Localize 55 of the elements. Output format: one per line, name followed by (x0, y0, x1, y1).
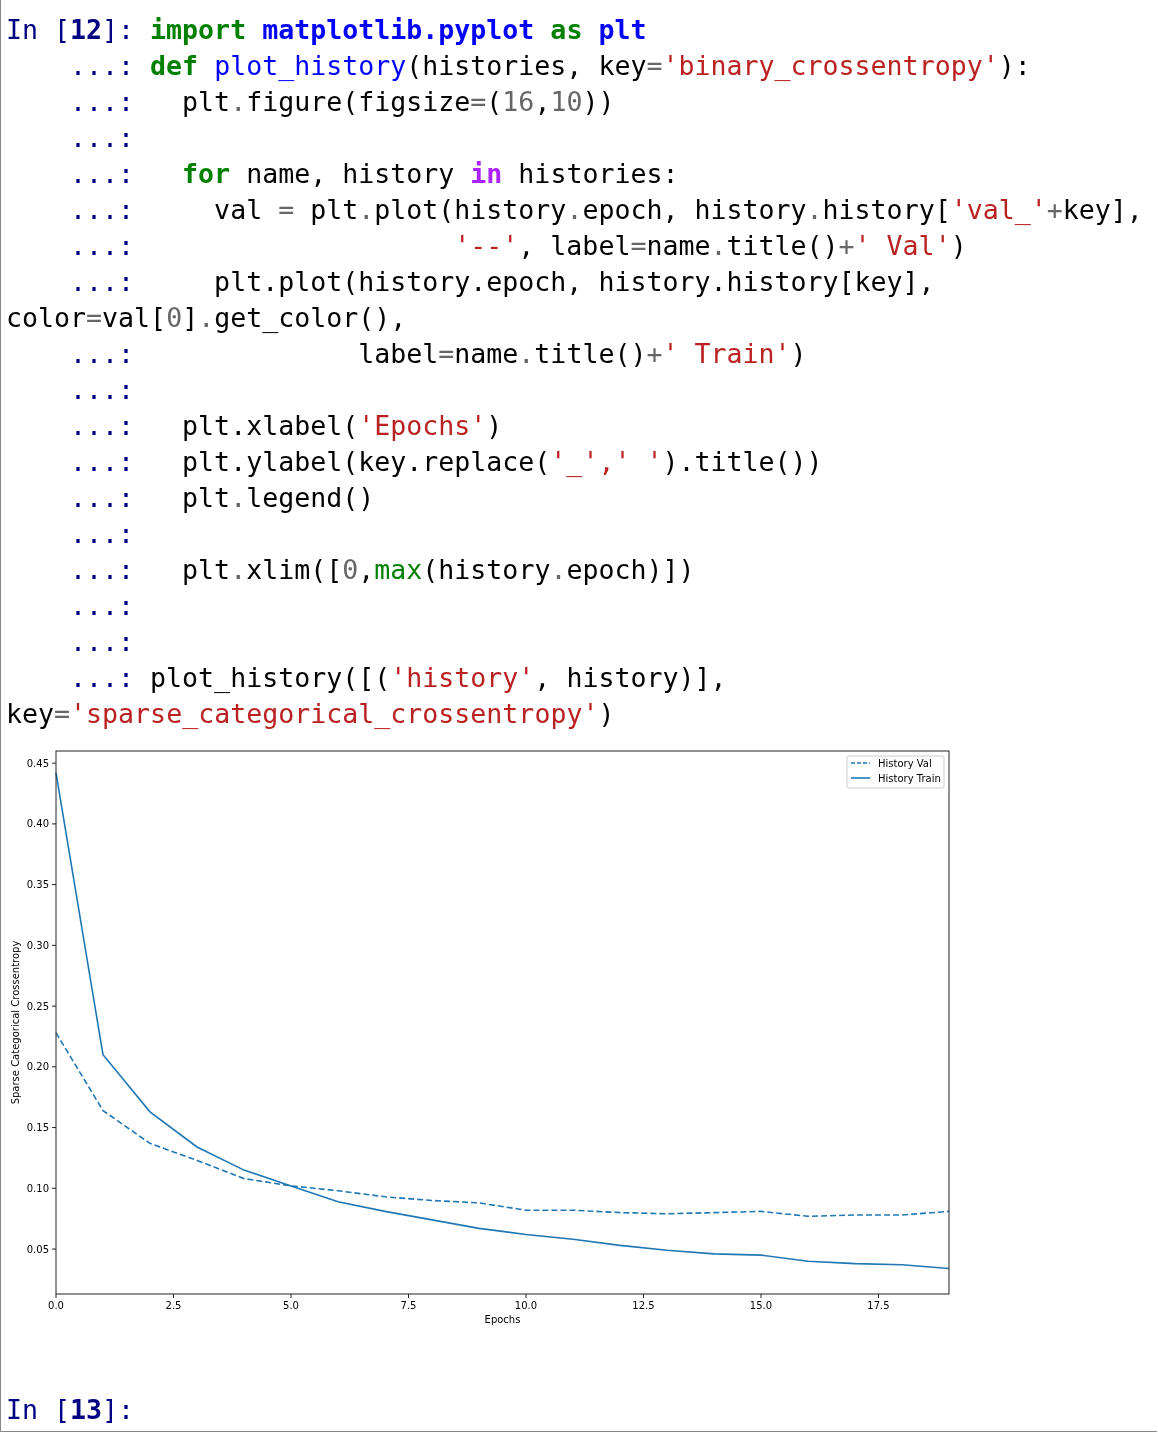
y-tick-label: 0.15 (26, 1122, 49, 1134)
code-line: key='sparse_categorical_crossentropy') (6, 698, 615, 729)
cell-prompt: ...: (69, 553, 135, 587)
y-tick-label: 0.10 (26, 1182, 49, 1194)
cell-prompt: ...: (69, 481, 135, 515)
cell-prompt: In [13]: (6, 1393, 135, 1427)
code-line: plt.xlim([0,max(history.epoch)]) (181, 554, 695, 585)
cell-prompt: ...: (69, 625, 135, 659)
code-line: '--', label=name.title()+' Val') (453, 230, 967, 261)
y-tick-label: 0.40 (26, 818, 49, 830)
x-tick-label: 10.0 (514, 1300, 538, 1311)
code-line: color=val[0].get_color(), (6, 302, 407, 333)
cell-prompt: ...: (69, 157, 135, 191)
y-tick-label: 0.30 (26, 939, 49, 951)
code-line: plt.ylabel(key.replace('_',' ').title()) (181, 446, 823, 477)
x-tick-label: 17.5 (867, 1300, 890, 1311)
cell-prompt: ...: (69, 265, 135, 299)
code-line: plt.legend() (181, 482, 375, 513)
code-line: label=name.title()+' Train') (357, 338, 807, 369)
code-line: def plot_history(histories, key='binary_crossentropy'): (150, 50, 1031, 81)
code-line: plt.plot(history.epoch, history.history[key], (213, 266, 935, 297)
cell-prompt: ...: (69, 49, 135, 83)
legend-label: History Val (878, 758, 932, 769)
x-tick-label: 0.0 (48, 1300, 64, 1311)
y-tick-label: 0.05 (26, 1243, 49, 1255)
code-line: plt.figure(figsize=(16,10)) (181, 86, 615, 117)
y-tick-label: 0.20 (26, 1061, 49, 1073)
x-tick-label: 5.0 (283, 1300, 299, 1311)
y-tick-label: 0.45 (26, 757, 49, 769)
cell-prompt: ...: (69, 373, 135, 407)
cell-prompt: ...: (69, 85, 135, 119)
cell-prompt: ...: (69, 121, 135, 155)
cell-prompt: ...: (69, 445, 135, 479)
cell-prompt: In [12]: (6, 13, 135, 47)
cell-prompt: ...: (69, 409, 135, 443)
legend-label: History Train (878, 773, 941, 784)
code-line: plt.xlabel('Epochs') (181, 410, 503, 441)
cell-prompt: ...: (69, 229, 135, 263)
code-line: plot_history([('history', history)], (150, 662, 727, 693)
cell-prompt: ...: (69, 589, 135, 623)
code-line: val = plt.plot(history.epoch, history.history['val_'+key], (213, 194, 1143, 225)
cell-prompt: ...: (69, 337, 135, 371)
x-tick-label: 2.5 (165, 1300, 182, 1311)
code-line: for name, history in histories: (181, 158, 679, 189)
x-tick-label: 12.5 (632, 1300, 655, 1311)
y-tick-label: 0.35 (26, 879, 49, 891)
y-tick-label: 0.25 (26, 1000, 49, 1012)
x-tick-label: 7.5 (400, 1300, 417, 1311)
y-axis-label: Sparse Categorical Crossentropy (10, 940, 21, 1105)
cell-prompt: ...: (69, 517, 135, 551)
code-line: import matplotlib.pyplot as plt (150, 14, 647, 45)
x-axis-label: Epochs (484, 1314, 521, 1325)
x-tick-label: 15.0 (749, 1300, 773, 1311)
cell-prompt: ...: (69, 193, 135, 227)
cell-prompt: ...: (69, 661, 135, 695)
